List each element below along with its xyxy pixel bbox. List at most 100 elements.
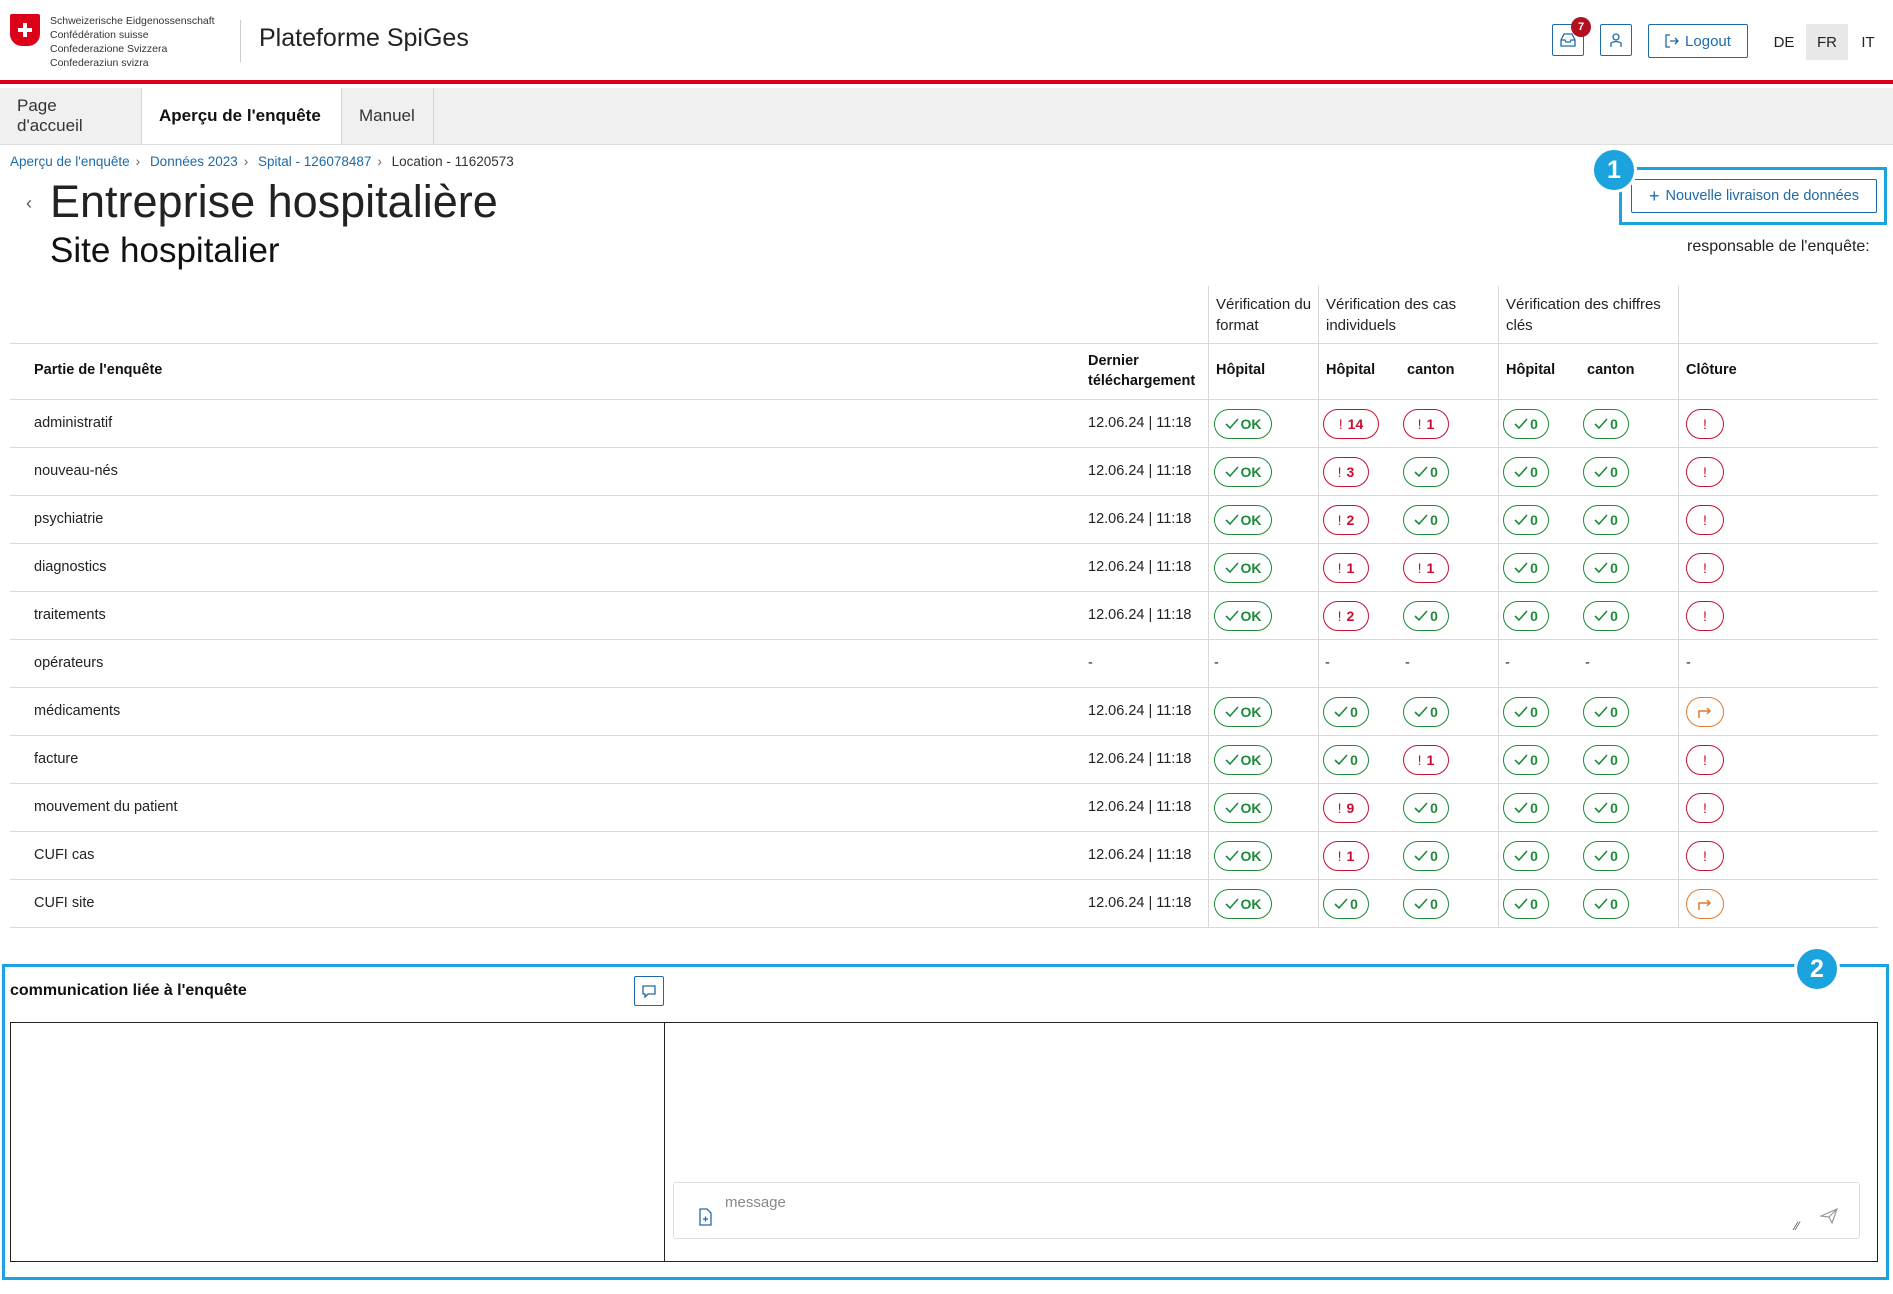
status-value: 0 bbox=[1430, 848, 1438, 864]
status-value: 0 bbox=[1430, 464, 1438, 480]
status-value: 0 bbox=[1530, 512, 1538, 528]
status-value: 0 bbox=[1430, 512, 1438, 528]
breadcrumb-separator: › bbox=[377, 154, 382, 169]
status-value: 1 bbox=[1426, 752, 1435, 768]
status-pill-kf-c: 0 bbox=[1583, 553, 1629, 583]
tab-survey-overview[interactable]: Aperçu de l'enquête bbox=[142, 88, 342, 144]
row-last-upload: 12.06.24 | 11:18 bbox=[1088, 703, 1192, 719]
status-empty: - bbox=[1325, 655, 1330, 671]
status-pill-cases-h: ! 2 bbox=[1323, 601, 1369, 631]
breadcrumb-item[interactable]: Données 2023 bbox=[150, 154, 238, 169]
status-value: 0 bbox=[1610, 416, 1618, 432]
status-value: 0 bbox=[1350, 752, 1358, 768]
row-last-upload: 12.06.24 | 11:18 bbox=[1088, 895, 1192, 911]
send-icon[interactable] bbox=[1818, 1207, 1839, 1229]
breadcrumb-item[interactable]: Aperçu de l'enquête bbox=[10, 154, 130, 169]
notification-badge: 7 bbox=[1571, 17, 1591, 37]
status-value: 0 bbox=[1610, 560, 1618, 576]
lang-it[interactable]: IT bbox=[1847, 24, 1889, 60]
lang-de[interactable]: DE bbox=[1763, 24, 1805, 60]
status-pill-kf-h: 0 bbox=[1503, 457, 1549, 487]
row-divider bbox=[10, 927, 1878, 928]
resize-handle-icon[interactable]: ⁄⁄ bbox=[1795, 1219, 1799, 1233]
profile-button[interactable] bbox=[1600, 24, 1632, 56]
logout-icon bbox=[1665, 34, 1679, 48]
closure-status-icon[interactable]: ! bbox=[1686, 793, 1724, 823]
status-empty: - bbox=[1214, 655, 1219, 671]
status-pill-kf-c: 0 bbox=[1583, 409, 1629, 439]
status-value: OK bbox=[1240, 560, 1262, 576]
status-value: 0 bbox=[1430, 608, 1438, 624]
status-pill-cases-h: ! 1 bbox=[1323, 841, 1369, 871]
row-part-name: CUFI site bbox=[34, 895, 95, 911]
closure-status-icon[interactable]: ! bbox=[1686, 553, 1724, 583]
closure-status-icon[interactable]: ! bbox=[1686, 457, 1724, 487]
status-pill-format: OK bbox=[1214, 601, 1272, 631]
closure-status-icon[interactable]: ! bbox=[1686, 841, 1724, 871]
logout-button[interactable]: Logout bbox=[1648, 24, 1748, 58]
back-chevron-icon[interactable]: ‹ bbox=[26, 193, 32, 214]
row-part-name: psychiatrie bbox=[34, 511, 104, 527]
status-pill-kf-c: 0 bbox=[1583, 841, 1629, 871]
breadcrumb-separator: › bbox=[243, 154, 249, 169]
row-divider bbox=[10, 687, 1878, 688]
closure-status-icon[interactable] bbox=[1686, 889, 1724, 919]
closure-status-icon[interactable] bbox=[1686, 697, 1724, 727]
user-icon bbox=[1610, 33, 1622, 47]
status-value: 0 bbox=[1530, 896, 1538, 912]
status-value: OK bbox=[1240, 608, 1262, 624]
status-pill-cases-c: 0 bbox=[1403, 697, 1449, 727]
message-input[interactable] bbox=[673, 1182, 1860, 1239]
row-divider bbox=[10, 591, 1878, 592]
row-last-upload: 12.06.24 | 11:18 bbox=[1088, 607, 1192, 623]
row-last-upload: 12.06.24 | 11:18 bbox=[1088, 799, 1192, 815]
status-pill-cases-c: ! 1 bbox=[1403, 745, 1449, 775]
status-value: 0 bbox=[1610, 464, 1618, 480]
row-part-name: médicaments bbox=[34, 703, 121, 719]
closure-status-icon[interactable]: ! bbox=[1686, 601, 1724, 631]
closure-status-icon[interactable]: ! bbox=[1686, 745, 1724, 775]
col-header-last-upload: Dernier téléchargement bbox=[1088, 353, 1196, 389]
tab-home[interactable]: Page d'accueil bbox=[0, 88, 142, 144]
row-divider bbox=[10, 495, 1878, 496]
inbox-icon bbox=[1560, 33, 1576, 47]
row-last-upload: - bbox=[1088, 655, 1093, 671]
status-pill-cases-c: 0 bbox=[1403, 889, 1449, 919]
app-title: Plateforme SpiGes bbox=[259, 24, 469, 52]
status-pill-kf-h: 0 bbox=[1503, 889, 1549, 919]
closure-status-icon[interactable]: ! bbox=[1686, 409, 1724, 439]
breadcrumb-item[interactable]: Spital - 126078487 bbox=[258, 154, 371, 169]
status-value: 2 bbox=[1346, 512, 1355, 528]
status-value: 0 bbox=[1350, 896, 1358, 912]
status-pill-format: OK bbox=[1214, 841, 1272, 871]
breadcrumb-separator: › bbox=[135, 154, 141, 169]
row-part-name: CUFI cas bbox=[34, 847, 95, 863]
status-pill-format: OK bbox=[1214, 505, 1272, 535]
new-conversation-button[interactable] bbox=[634, 976, 664, 1006]
status-value: OK bbox=[1240, 848, 1262, 864]
status-value: 0 bbox=[1530, 464, 1538, 480]
notifications-button[interactable]: 7 bbox=[1552, 17, 1591, 56]
row-divider bbox=[10, 783, 1878, 784]
status-value: OK bbox=[1240, 416, 1262, 432]
status-pill-format: OK bbox=[1214, 553, 1272, 583]
status-pill-kf-c: 0 bbox=[1583, 889, 1629, 919]
col-header-kf-hospital: Hôpital bbox=[1506, 362, 1556, 378]
row-part-name: facture bbox=[34, 751, 79, 767]
lang-fr[interactable]: FR bbox=[1806, 24, 1848, 60]
row-part-name: diagnostics bbox=[34, 559, 107, 575]
attach-file-icon[interactable] bbox=[697, 1208, 713, 1231]
status-value: 9 bbox=[1346, 800, 1355, 816]
status-value: 0 bbox=[1610, 800, 1618, 816]
status-value: 0 bbox=[1610, 752, 1618, 768]
tab-manual[interactable]: Manuel bbox=[342, 88, 434, 144]
status-value: 0 bbox=[1610, 608, 1618, 624]
status-value: OK bbox=[1240, 704, 1262, 720]
status-pill-kf-c: 0 bbox=[1583, 793, 1629, 823]
closure-status-icon[interactable]: ! bbox=[1686, 505, 1724, 535]
row-part-name: opérateurs bbox=[34, 655, 104, 671]
conversation-list[interactable] bbox=[10, 1022, 665, 1262]
status-pill-format: OK bbox=[1214, 457, 1272, 487]
status-value: OK bbox=[1240, 464, 1262, 480]
row-last-upload: 12.06.24 | 11:18 bbox=[1088, 511, 1192, 527]
